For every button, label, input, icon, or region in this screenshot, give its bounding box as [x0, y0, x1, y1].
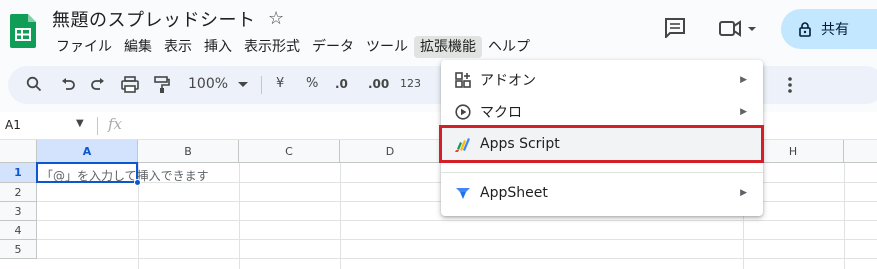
menu-item-macros[interactable]: マクロ ▶: [441, 96, 763, 128]
meet-icon[interactable]: [718, 20, 758, 38]
select-all-corner[interactable]: [0, 140, 37, 163]
toolbar-divider: [261, 76, 262, 94]
macro-icon: [455, 104, 471, 120]
highlight-box: [439, 125, 764, 163]
menu-edit[interactable]: 編集: [118, 36, 158, 58]
search-icon[interactable]: [26, 76, 42, 92]
appsheet-icon: [456, 188, 470, 199]
grid-line: [37, 220, 877, 221]
share-button[interactable]: 共有: [781, 9, 877, 49]
submenu-arrow-icon: ▶: [740, 188, 747, 198]
percent-format-button[interactable]: %: [306, 74, 318, 94]
print-icon[interactable]: [121, 76, 139, 94]
menu-extensions[interactable]: 拡張機能: [414, 36, 482, 58]
sheets-logo-icon[interactable]: [10, 14, 36, 48]
menu-data[interactable]: データ: [306, 36, 360, 58]
menu-item-addons[interactable]: アドオン ▶: [441, 64, 763, 96]
menu-divider: [441, 172, 763, 173]
column-header-a[interactable]: A: [37, 140, 138, 163]
addon-icon: [455, 72, 471, 88]
grid-line: [37, 258, 877, 259]
menu-bar: ファイル 編集 表示 挿入 表示形式 データ ツール 拡張機能 ヘルプ: [50, 36, 536, 58]
menu-tools[interactable]: ツール: [360, 36, 414, 58]
grid-line: [340, 163, 341, 269]
lock-icon: [799, 21, 811, 37]
document-title[interactable]: 無題のスプレッドシート: [52, 6, 256, 32]
star-icon[interactable]: ☆: [268, 8, 284, 29]
column-header-c[interactable]: C: [239, 140, 340, 163]
row-header-4[interactable]: 4: [0, 221, 37, 240]
submenu-arrow-icon: ▶: [740, 75, 747, 85]
app-header: 無題のスプレッドシート ☆ ファイル 編集 表示 挿入 表示形式 データ ツール…: [0, 0, 877, 62]
row-header-5[interactable]: 5: [0, 240, 37, 259]
comment-icon[interactable]: [664, 18, 686, 38]
fill-handle[interactable]: [134, 179, 141, 186]
paint-format-icon[interactable]: [154, 76, 170, 94]
row-header-2[interactable]: 2: [0, 183, 37, 202]
menu-item-label: AppSheet: [480, 185, 548, 201]
increase-decimal-button[interactable]: .00: [368, 74, 389, 94]
share-label: 共有: [821, 22, 849, 38]
menu-file[interactable]: ファイル: [50, 36, 118, 58]
formula-divider: [97, 117, 98, 135]
menu-format[interactable]: 表示形式: [238, 36, 306, 58]
menu-help[interactable]: ヘルプ: [482, 36, 536, 58]
row-header-3[interactable]: 3: [0, 202, 37, 221]
grid-line: [239, 163, 240, 269]
currency-format-button[interactable]: ¥: [276, 74, 284, 94]
undo-icon[interactable]: [60, 78, 76, 92]
grid-line: [37, 239, 877, 240]
grid-line: [844, 163, 845, 269]
column-header-d[interactable]: D: [340, 140, 441, 163]
name-box[interactable]: A1: [5, 118, 21, 132]
name-box-dropdown-icon[interactable]: ▼: [76, 118, 84, 129]
menu-item-appsheet[interactable]: AppSheet ▶: [441, 177, 763, 209]
zoom-select[interactable]: 100%: [188, 74, 228, 94]
decrease-decimal-button[interactable]: .0: [335, 74, 348, 94]
fx-icon: fx: [108, 115, 123, 133]
active-cell-a1[interactable]: [36, 162, 138, 183]
menu-item-label: アドオン: [480, 73, 536, 89]
more-options-icon[interactable]: [788, 77, 792, 93]
submenu-arrow-icon: ▶: [740, 107, 747, 117]
redo-icon[interactable]: [90, 78, 106, 92]
menu-view[interactable]: 表示: [158, 36, 198, 58]
column-header-b[interactable]: B: [138, 140, 239, 163]
menu-item-label: マクロ: [480, 105, 522, 121]
column-header-i[interactable]: [844, 140, 877, 163]
number-format-button[interactable]: 123: [400, 74, 421, 94]
chevron-down-icon[interactable]: [238, 82, 248, 88]
row-header-1[interactable]: 1: [0, 163, 37, 183]
menu-insert[interactable]: 挿入: [198, 36, 238, 58]
